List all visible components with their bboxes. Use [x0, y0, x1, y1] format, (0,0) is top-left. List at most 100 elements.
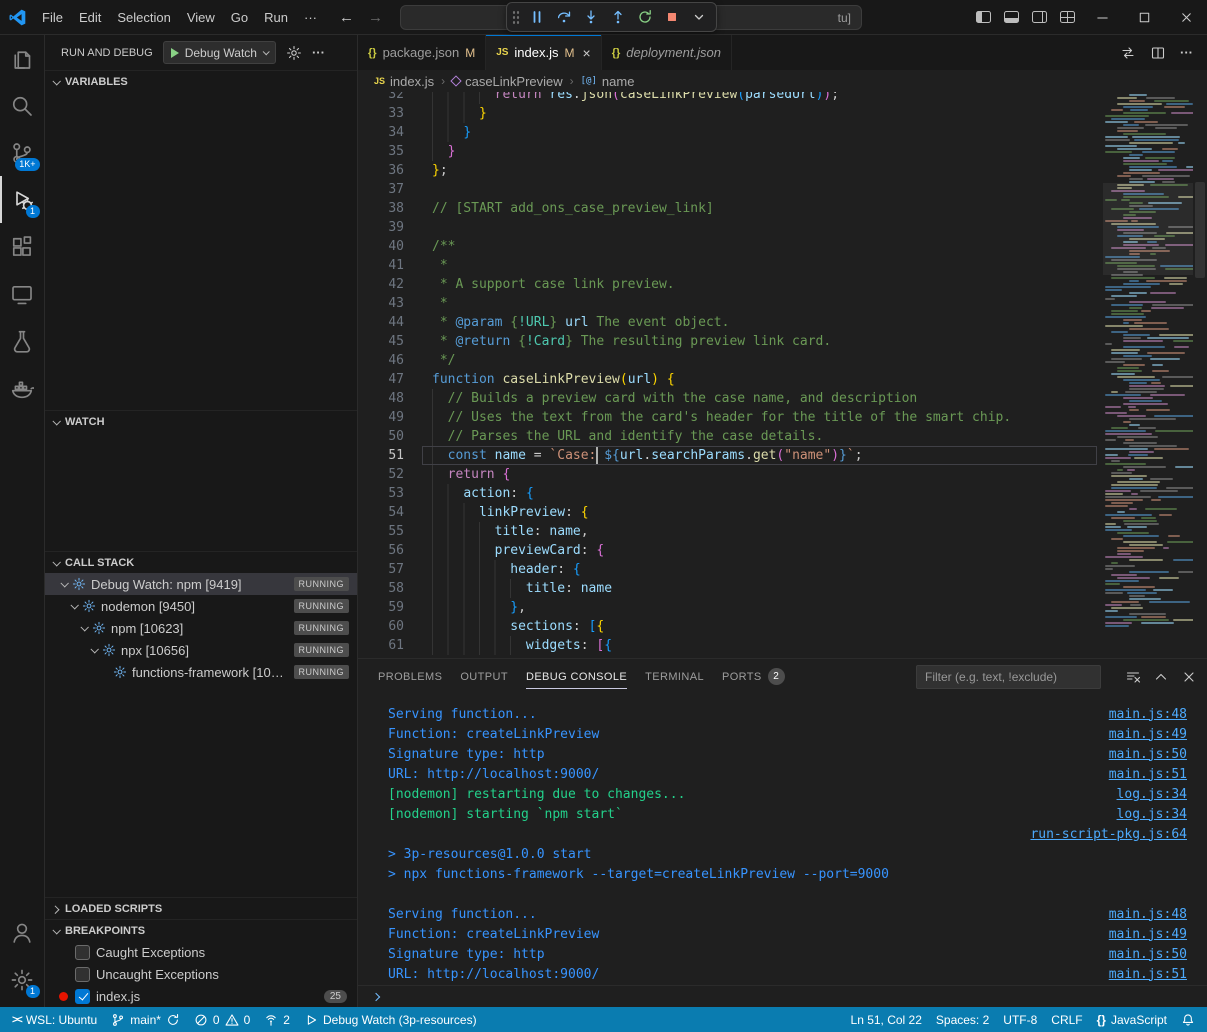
section-header-loaded[interactable]: LOADED SCRIPTS [45, 897, 357, 919]
menu-item-more[interactable]: ··· [296, 6, 325, 29]
line-number[interactable]: 36 [358, 161, 404, 180]
line-number[interactable]: 51 [358, 446, 404, 465]
line-number[interactable]: 34 [358, 123, 404, 142]
toggle-primary-sidebar-icon[interactable] [969, 0, 997, 34]
line-number[interactable]: 48 [358, 389, 404, 408]
views-more-actions-icon[interactable]: ··· [312, 45, 325, 60]
breakpoint-checkbox[interactable] [75, 967, 90, 982]
step-into-button[interactable] [578, 5, 603, 29]
panel-tab-ports[interactable]: PORTS 2 [722, 659, 785, 694]
section-header-variables[interactable]: VARIABLES [45, 70, 357, 92]
breakpoint-row[interactable]: Uncaught Exceptions [45, 963, 357, 985]
line-number[interactable]: 61 [358, 636, 404, 655]
activity-item-testing[interactable] [0, 317, 45, 364]
debug-settings-gear-icon[interactable] [286, 45, 302, 61]
line-number[interactable]: 43 [358, 294, 404, 313]
toggle-secondary-sidebar-icon[interactable] [1025, 0, 1053, 34]
menu-item-run[interactable]: Run [256, 6, 296, 29]
breakpoint-checkbox[interactable] [75, 945, 90, 960]
line-number[interactable]: 52 [358, 465, 404, 484]
console-source-link[interactable]: run-script-pkg.js:64 [1030, 827, 1187, 842]
drag-grip-icon[interactable] [512, 10, 520, 25]
breakpoint-checkbox[interactable] [75, 989, 90, 1004]
line-number[interactable]: 41 [358, 256, 404, 275]
status-notifications[interactable] [1174, 1007, 1202, 1032]
panel-tab-terminal[interactable]: TERMINAL [645, 659, 704, 694]
panel-tab-debug-console[interactable]: DEBUG CONSOLE [526, 659, 627, 694]
line-number[interactable]: 44 [358, 313, 404, 332]
line-number[interactable]: 32 [358, 92, 404, 104]
breakpoint-row[interactable]: Caught Exceptions [45, 941, 357, 963]
console-source-link[interactable]: main.js:49 [1109, 727, 1187, 742]
call-stack-session[interactable]: npx [10656] RUNNING [45, 639, 357, 661]
call-stack-session[interactable]: npm [10623] RUNNING [45, 617, 357, 639]
status-forwarded-ports[interactable]: 2 [257, 1007, 297, 1032]
session-chevron-button[interactable] [686, 5, 711, 29]
panel-tab-output[interactable]: OUTPUT [460, 659, 508, 694]
line-number[interactable]: 38 [358, 199, 404, 218]
console-source-link[interactable]: main.js:50 [1109, 747, 1187, 762]
line-number[interactable]: 35 [358, 142, 404, 161]
line-number[interactable]: 58 [358, 579, 404, 598]
tab-package-json[interactable]: {}package.json M [358, 35, 486, 70]
activity-item-accounts[interactable] [0, 909, 45, 956]
line-number[interactable]: 46 [358, 351, 404, 370]
line-number[interactable]: 47 [358, 370, 404, 389]
code-editor[interactable]: 32 return res.json(caseLinkPreview(parse… [358, 92, 1103, 658]
line-number[interactable]: 56 [358, 541, 404, 560]
maximize-button[interactable] [1123, 0, 1165, 34]
close-icon[interactable]: × [583, 45, 591, 61]
status-debug-session[interactable]: Debug Watch (3p-resources) [297, 1007, 484, 1032]
activity-item-remote-explorer[interactable] [0, 270, 45, 317]
menu-item-view[interactable]: View [179, 6, 223, 29]
breadcrumb-item-caselinkpreview[interactable]: caseLinkPreview [452, 74, 563, 89]
line-number[interactable]: 39 [358, 218, 404, 237]
go-forward-icon[interactable]: → [368, 9, 383, 26]
call-stack-session[interactable]: functions-framework [106... RUNNING [45, 661, 357, 683]
chevron-down-icon[interactable] [70, 601, 78, 609]
line-number[interactable]: 54 [358, 503, 404, 522]
activity-item-source-control[interactable]: 1K+ [0, 129, 45, 176]
minimap-viewport[interactable] [1103, 183, 1193, 275]
step-out-button[interactable] [605, 5, 630, 29]
activity-item-docker[interactable] [0, 364, 45, 411]
status-encoding[interactable]: UTF-8 [996, 1007, 1044, 1032]
restart-button[interactable] [632, 5, 657, 29]
line-number[interactable]: 55 [358, 522, 404, 541]
debug-console-input[interactable] [358, 985, 1207, 1007]
line-number[interactable]: 45 [358, 332, 404, 351]
status-eol[interactable]: CRLF [1044, 1007, 1089, 1032]
line-number[interactable]: 33 [358, 104, 404, 123]
menu-item-go[interactable]: Go [223, 6, 256, 29]
activity-item-manage[interactable]: 1 [0, 956, 45, 1003]
breadcrumb-item-index-js[interactable]: JSindex.js [374, 74, 434, 89]
stop-button[interactable] [659, 5, 684, 29]
status-language-mode[interactable]: {}JavaScript [1090, 1007, 1174, 1032]
pause-button[interactable] [524, 5, 549, 29]
line-number[interactable]: 50 [358, 427, 404, 446]
status-indentation[interactable]: Spaces: 2 [929, 1007, 996, 1032]
line-number[interactable]: 37 [358, 180, 404, 199]
call-stack-session[interactable]: nodemon [9450] RUNNING [45, 595, 357, 617]
split-editor-icon[interactable] [1150, 45, 1166, 61]
panel-tab-problems[interactable]: PROBLEMS [378, 659, 442, 694]
line-number[interactable]: 40 [358, 237, 404, 256]
breakpoint-row[interactable]: index.js 25 [45, 985, 357, 1007]
console-source-link[interactable]: main.js:48 [1109, 907, 1187, 922]
line-number[interactable]: 59 [358, 598, 404, 617]
console-source-link[interactable]: log.js:34 [1117, 787, 1187, 802]
menu-item-file[interactable]: File [34, 6, 71, 29]
console-source-link[interactable]: main.js:49 [1109, 927, 1187, 942]
console-source-link[interactable]: main.js:50 [1109, 947, 1187, 962]
go-back-icon[interactable]: ← [339, 9, 354, 26]
console-source-link[interactable]: main.js:51 [1109, 767, 1187, 782]
maximize-panel-icon[interactable] [1153, 669, 1169, 685]
chevron-down-icon[interactable] [80, 623, 88, 631]
line-number[interactable]: 42 [358, 275, 404, 294]
scrollbar-thumb[interactable] [1195, 182, 1205, 278]
more-actions-icon[interactable]: ··· [1180, 45, 1193, 60]
minimize-button[interactable] [1081, 0, 1123, 34]
tab-index-js[interactable]: JSindex.js M × [486, 35, 602, 70]
console-source-link[interactable]: main.js:51 [1109, 967, 1187, 982]
close-button[interactable] [1165, 0, 1207, 34]
